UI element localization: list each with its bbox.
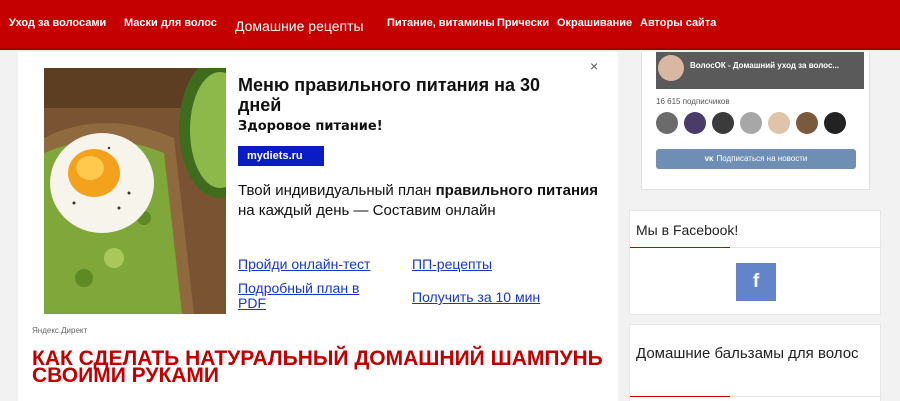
divider-accent (630, 247, 730, 248)
vk-subscribe-label: Подписаться на новости (716, 154, 808, 163)
ad-body-part: на каждый день — Составим онлайн (238, 202, 496, 219)
ad-subtitle: Здоровое питание! (238, 119, 383, 134)
divider-accent (630, 396, 730, 397)
vk-subscriber-count: 16 615 подписчиков (656, 97, 730, 106)
nav-item-hair-masks[interactable]: Маски для волос (124, 17, 217, 29)
ad-link-pdf-plan[interactable]: Подробный план в PDF (238, 281, 388, 311)
avocado-toast-egg-illustration (44, 68, 226, 314)
nav-item-home-recipes[interactable]: Домашние рецепты (235, 18, 364, 34)
facebook-icon[interactable]: f (736, 263, 776, 301)
avatar[interactable] (684, 112, 706, 134)
ad-link-online-test[interactable]: Пройди онлайн-тест (238, 257, 370, 272)
nav-item-coloring[interactable]: Окрашивание (557, 17, 632, 29)
avatar[interactable] (768, 112, 790, 134)
ad-body-part: Твой индивидуальный план (238, 182, 436, 199)
ad-source-label: Яндекс.Директ (32, 326, 88, 335)
avatar[interactable] (712, 112, 734, 134)
ad-body-bold: правильного питания (435, 182, 598, 199)
ad-link-get-in-10-min[interactable]: Получить за 10 мин (412, 290, 540, 305)
nav-item-authors[interactable]: Авторы сайта (640, 17, 716, 29)
main-content: × Меню правильного питания на 30 дней Зд… (18, 52, 618, 401)
top-navigation: Уход за волосами Маски для волос Домашни… (0, 0, 900, 50)
vk-group-avatar (658, 55, 684, 81)
vk-group-header[interactable]: ВолосОК - Домашний уход за волос... (656, 52, 864, 89)
vk-subscribe-button[interactable]: ᴠᴋ Подписаться на новости (656, 149, 856, 169)
vk-widget: ВолосОК - Домашний уход за волос... 16 6… (641, 52, 870, 190)
avatar[interactable] (740, 112, 762, 134)
balm-widget-title[interactable]: Домашние бальзамы для волос (636, 335, 866, 373)
ad-image[interactable] (44, 68, 226, 314)
nav-item-hairstyles[interactable]: Прически (497, 17, 549, 29)
nav-item-hair-care[interactable]: Уход за волосами (9, 17, 106, 29)
ad-close-button[interactable]: × (590, 58, 598, 74)
ad-body-text: Твой индивидуальный план правильного пит… (238, 181, 598, 221)
ad-link-pp-recipes[interactable]: ПП-рецепты (412, 257, 492, 272)
avatar[interactable] (656, 112, 678, 134)
vk-group-name[interactable]: ВолосОК - Домашний уход за волос... (690, 61, 839, 70)
ad-title[interactable]: Меню правильного питания на 30 дней (238, 75, 578, 115)
avatar[interactable] (824, 112, 846, 134)
balm-widget: Домашние бальзамы для волос (629, 324, 882, 401)
article-title: Как сделать натуральный домашний шампунь… (32, 347, 603, 387)
nav-item-nutrition[interactable]: Питание, витамины (387, 17, 495, 29)
vk-logo-icon: ᴠᴋ (704, 154, 714, 163)
ad-domain-badge[interactable]: mydiets.ru (238, 146, 324, 166)
facebook-widget-title: Мы в Facebook! (636, 222, 739, 238)
avatar[interactable] (796, 112, 818, 134)
facebook-widget: Мы в Facebook! f (629, 210, 882, 315)
